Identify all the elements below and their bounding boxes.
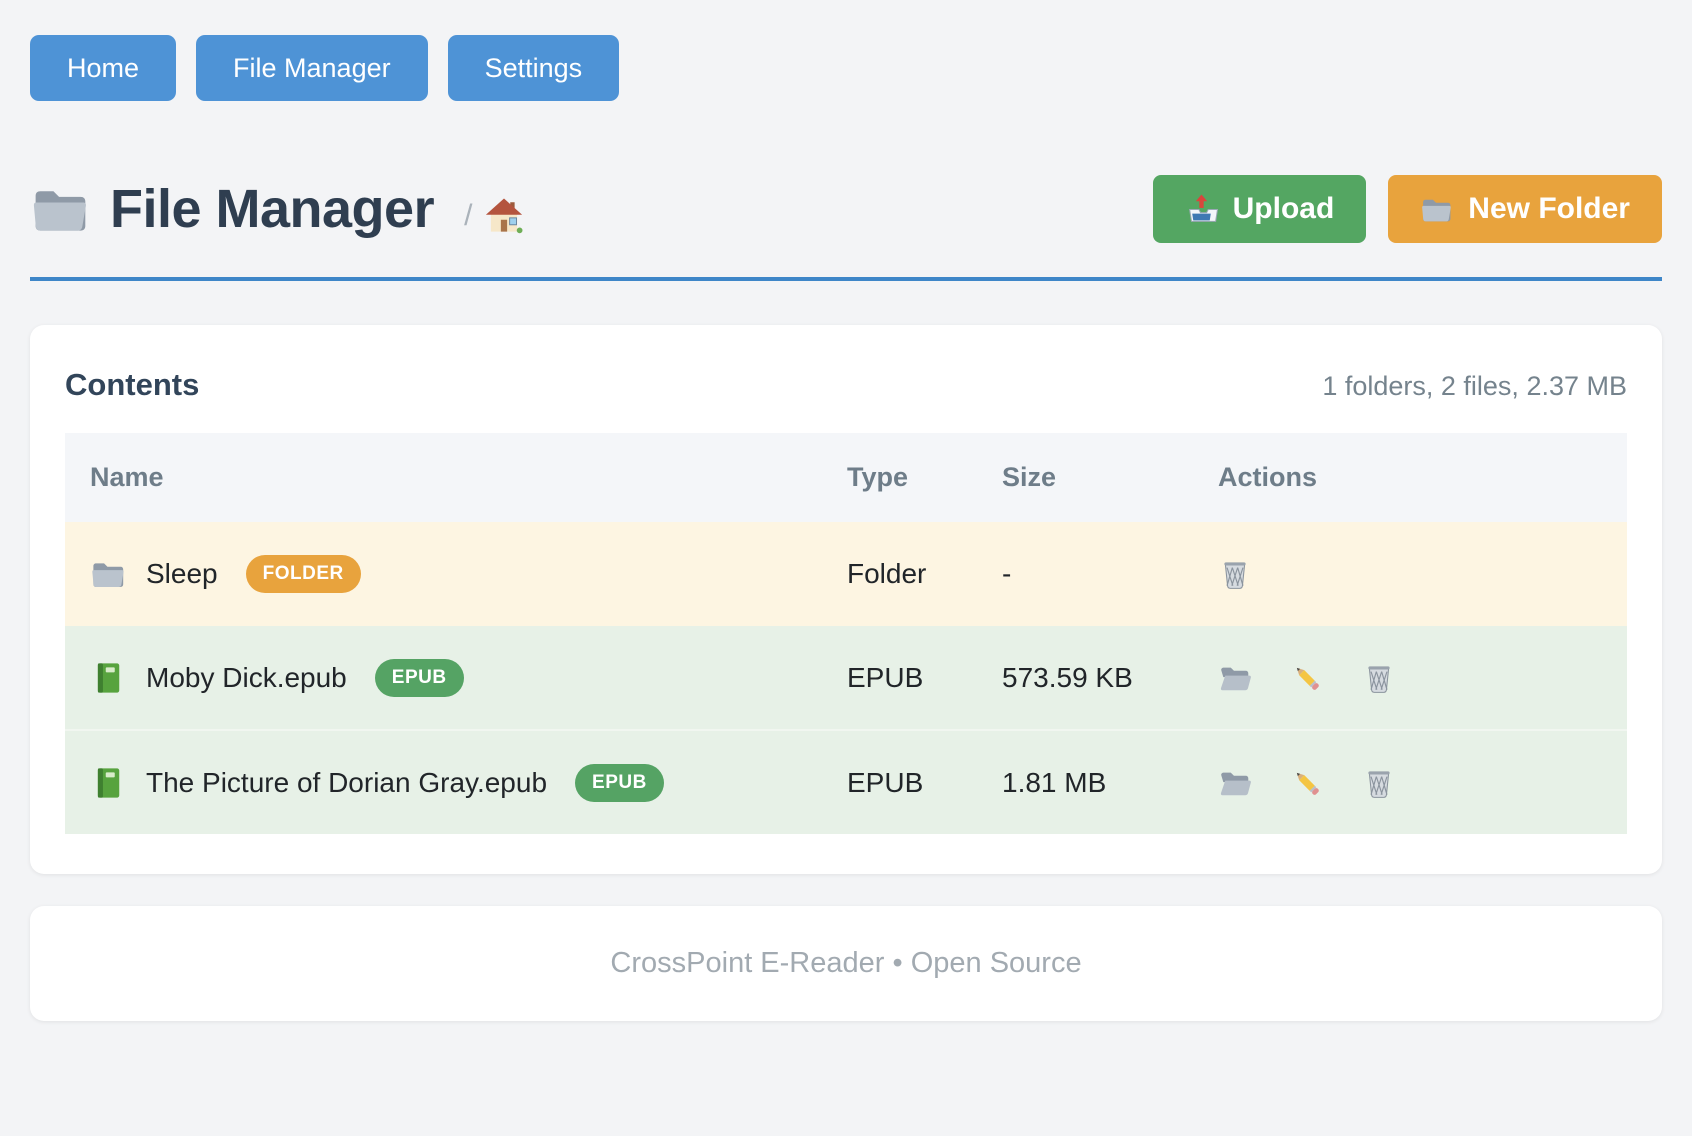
column-header-actions: Actions	[1193, 433, 1627, 522]
type-badge: FOLDER	[246, 555, 361, 593]
type-badge: EPUB	[375, 659, 464, 697]
contents-card: Contents 1 folders, 2 files, 2.37 MB Nam…	[30, 325, 1662, 874]
trash-icon	[1362, 661, 1396, 695]
delete-button[interactable]	[1218, 557, 1252, 591]
type-badge: EPUB	[575, 764, 664, 802]
table-header-row: Name Type Size Actions	[65, 433, 1627, 522]
table-row[interactable]: Sleep FOLDER Folder-	[65, 522, 1627, 626]
files-table: Name Type Size Actions Sleep FOLDER Folder…	[65, 433, 1627, 834]
pencil-icon	[1290, 766, 1324, 800]
type-cell: EPUB	[822, 626, 977, 730]
new-folder-button[interactable]: New Folder	[1388, 175, 1662, 243]
rename-button[interactable]	[1290, 766, 1324, 800]
size-cell: 1.81 MB	[977, 730, 1193, 834]
open-folder-icon	[1218, 766, 1252, 800]
file-name: The Picture of Dorian Gray.epub	[146, 767, 547, 799]
column-header-size: Size	[977, 433, 1193, 522]
upload-tray-icon	[1185, 193, 1218, 226]
contents-summary: 1 folders, 2 files, 2.37 MB	[1322, 371, 1627, 402]
column-header-type: Type	[822, 433, 977, 522]
upload-button-label: Upload	[1233, 192, 1335, 226]
contents-card-header: Contents 1 folders, 2 files, 2.37 MB	[65, 367, 1627, 403]
actions-cell	[1193, 522, 1627, 626]
delete-button[interactable]	[1362, 661, 1396, 695]
book-icon	[90, 765, 126, 801]
page-title: File Manager	[110, 178, 434, 240]
actions-cell	[1193, 730, 1627, 834]
pencil-icon	[1290, 661, 1324, 695]
breadcrumb-separator: /	[464, 199, 472, 233]
open-folder-icon	[1218, 661, 1252, 695]
new-folder-button-label: New Folder	[1468, 192, 1630, 226]
column-header-name: Name	[65, 433, 822, 522]
folder-icon	[90, 556, 126, 592]
home-icon[interactable]	[484, 196, 524, 236]
name-cell: Moby Dick.epub EPUB	[65, 626, 822, 730]
header-actions: Upload New Folder	[1153, 175, 1662, 243]
size-cell: -	[977, 522, 1193, 626]
upload-button[interactable]: Upload	[1153, 175, 1367, 243]
size-cell: 573.59 KB	[977, 626, 1193, 730]
folder-icon	[30, 179, 90, 239]
book-icon	[90, 660, 126, 696]
page-header: File Manager / Upload New Folder	[30, 175, 1662, 243]
type-cell: Folder	[822, 522, 977, 626]
type-cell: EPUB	[822, 730, 977, 834]
table-row[interactable]: The Picture of Dorian Gray.epubEPUBEPUB1…	[65, 730, 1627, 834]
rename-button[interactable]	[1290, 661, 1324, 695]
move-button[interactable]	[1218, 661, 1252, 695]
title-divider	[30, 277, 1662, 281]
file-name: Moby Dick.epub	[146, 662, 347, 694]
move-button[interactable]	[1218, 766, 1252, 800]
footer-text: CrossPoint E-Reader • Open Source	[30, 947, 1662, 980]
nav-settings-button[interactable]: Settings	[448, 35, 620, 101]
top-nav: Home File Manager Settings	[30, 35, 1662, 101]
trash-icon	[1218, 557, 1252, 591]
file-name[interactable]: Sleep	[146, 558, 218, 590]
nav-file-manager-button[interactable]: File Manager	[196, 35, 428, 101]
name-cell: Sleep FOLDER	[65, 522, 822, 626]
title-group: File Manager /	[30, 178, 524, 240]
folder-icon	[1420, 193, 1453, 226]
table-row[interactable]: Moby Dick.epubEPUBEPUB573.59 KB	[65, 626, 1627, 730]
delete-button[interactable]	[1362, 766, 1396, 800]
footer-card: CrossPoint E-Reader • Open Source	[30, 906, 1662, 1021]
contents-title: Contents	[65, 367, 199, 403]
name-cell: The Picture of Dorian Gray.epub EPUB	[65, 730, 822, 834]
page: Home File Manager Settings File Manager …	[0, 0, 1692, 1136]
breadcrumb: /	[464, 196, 524, 236]
actions-cell	[1193, 626, 1627, 730]
nav-home-button[interactable]: Home	[30, 35, 176, 101]
trash-icon	[1362, 766, 1396, 800]
